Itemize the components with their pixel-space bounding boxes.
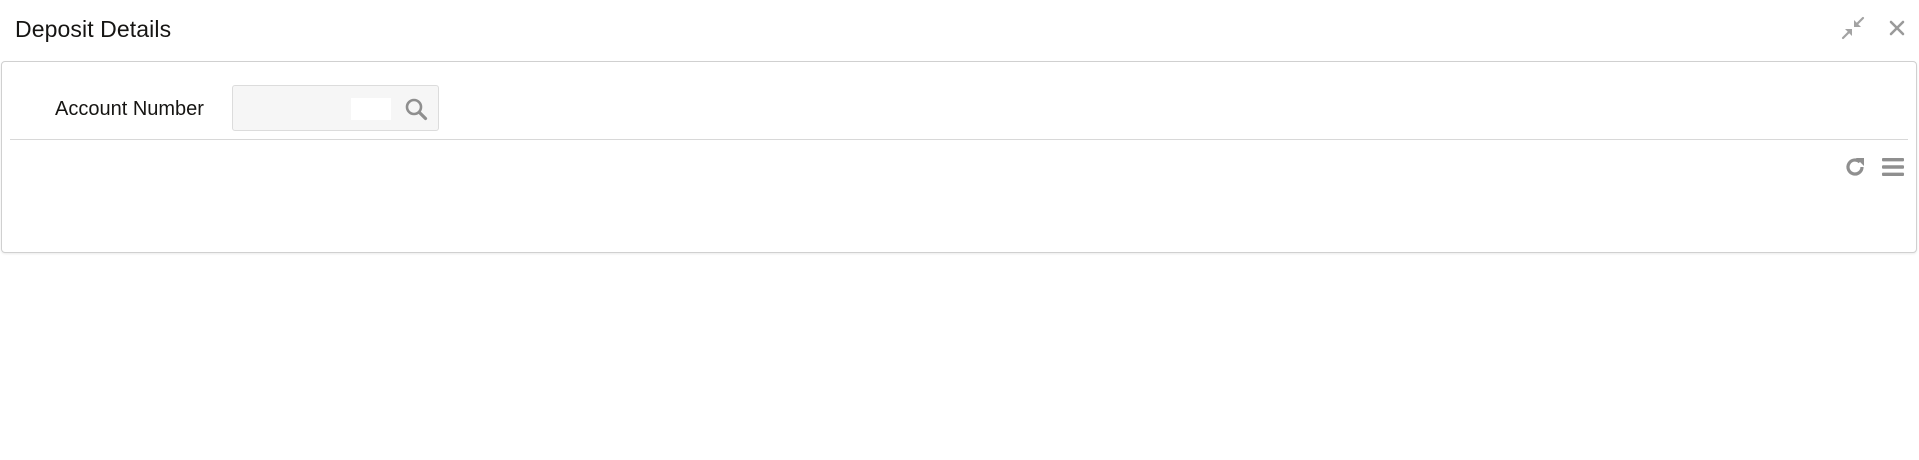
- refresh-button[interactable]: [1840, 152, 1870, 182]
- refresh-icon: [1846, 158, 1864, 176]
- account-number-label: Account Number: [55, 98, 204, 120]
- menu-button[interactable]: [1878, 152, 1908, 182]
- account-number-lookup: [232, 85, 439, 131]
- close-button[interactable]: [1883, 14, 1911, 42]
- section-divider: [10, 139, 1908, 140]
- window-controls: [1839, 14, 1919, 42]
- deposit-details-panel: Account Number: [1, 61, 1917, 253]
- account-number-input[interactable]: [233, 86, 353, 130]
- minimize-button[interactable]: [1839, 14, 1867, 42]
- search-icon: [405, 98, 428, 121]
- close-icon: [1889, 20, 1905, 36]
- account-number-row: Account Number: [2, 62, 1916, 139]
- window-title: Deposit Details: [15, 16, 172, 42]
- title-bar: Deposit Details: [0, 0, 1919, 60]
- menu-icon: [1882, 158, 1904, 176]
- deposit-details-window: Deposit Details Account Number: [0, 0, 1919, 460]
- input-highlight: [351, 98, 391, 120]
- account-search-button[interactable]: [402, 95, 430, 123]
- grid-toolbar: [1832, 152, 1908, 182]
- minimize-arrows-icon: [1841, 16, 1865, 40]
